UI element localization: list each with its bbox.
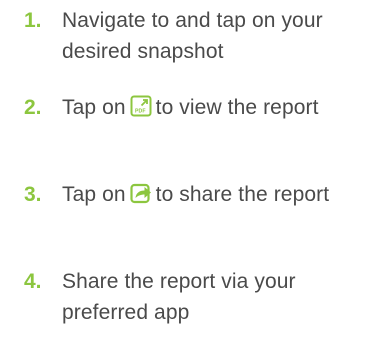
step-2: 2. Tap on PDF to view the report	[24, 92, 364, 123]
step-text: Tap on PDF to view the report	[62, 92, 319, 123]
step-number: 3.	[24, 183, 42, 206]
step-number: 4.	[24, 270, 42, 293]
pdf-icon-label: PDF	[135, 109, 146, 115]
step-text-after: to view the report	[155, 96, 319, 119]
step-3: 3. Tap on to share the report	[24, 179, 364, 210]
instruction-steps: 1. Navigate to and tap on your desired s…	[0, 0, 366, 339]
step-text: Share the report via your preferred app	[62, 270, 296, 324]
step-text: Navigate to and tap on your desired snap…	[62, 9, 323, 63]
step-4: 4. Share the report via your preferred a…	[24, 266, 364, 328]
share-icon	[130, 183, 151, 204]
step-text: Tap on to share the report	[62, 179, 329, 210]
step-text-before: Tap on	[62, 183, 126, 206]
step-1: 1. Navigate to and tap on your desired s…	[24, 5, 364, 67]
step-text-after: to share the report	[155, 183, 330, 206]
step-number: 1.	[24, 9, 42, 32]
step-text-before: Tap on	[62, 96, 126, 119]
step-number: 2.	[24, 96, 42, 119]
pdf-report-icon: PDF	[130, 95, 152, 117]
